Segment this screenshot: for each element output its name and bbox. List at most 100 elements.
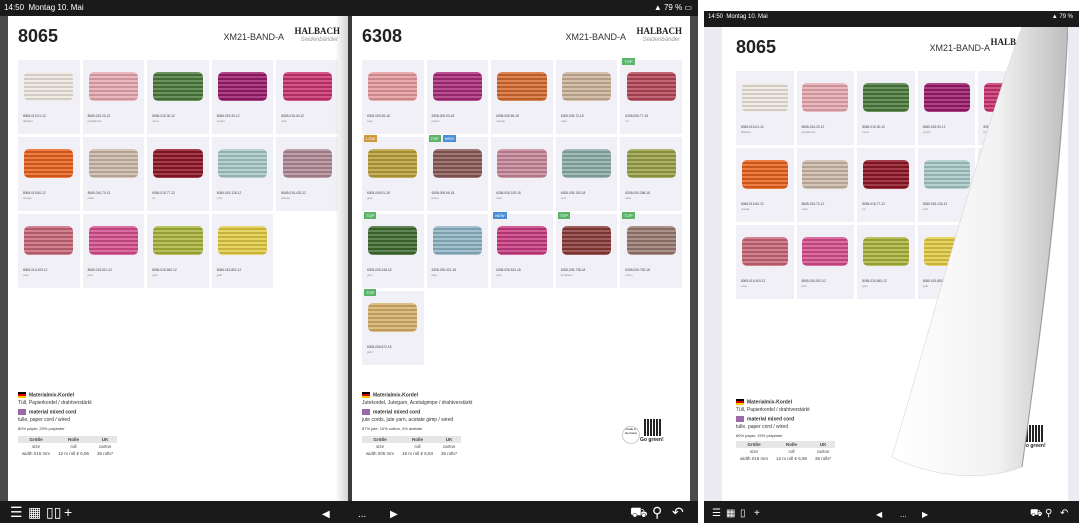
page-header: 6308 XM21-BAND-A HALBACH Seidenbänder <box>362 22 682 52</box>
color-caption: orange <box>741 207 750 211</box>
composition: 80% paper, 20% polyester <box>18 426 65 431</box>
color-caption: grün <box>862 284 868 288</box>
product-tile[interactable]: 6308-005-248-18 grün TOP <box>362 212 424 288</box>
product-tile[interactable]: 8065-015-409-12 rosa <box>736 225 794 299</box>
catalog-reference: XM21-BAND-A <box>223 32 284 42</box>
cart-icon[interactable]: ⛟ <box>630 504 648 520</box>
color-caption: gold <box>367 350 373 354</box>
product-tile[interactable]: 6308-005-288-18 olive <box>620 137 682 211</box>
product-tile[interactable]: 6308-005-738-18 bordeaux TOP <box>555 212 618 288</box>
product-tile[interactable]: 8065-015-30-12 moos <box>147 60 209 134</box>
product-tile[interactable]: 6308-005-872-18 gold TOP <box>362 289 424 365</box>
product-tile[interactable]: 8065-015-70-12 natur <box>82 137 145 211</box>
page-curl[interactable] <box>872 27 1068 497</box>
previous-page-button[interactable]: ◀ <box>876 507 882 523</box>
product-tile[interactable]: 8065-015-01-12 altweiss <box>736 71 794 145</box>
cart-icon[interactable]: ⛟ <box>1030 506 1043 522</box>
page-viewer[interactable]: 8065 XM21-BAND-A HALBACH 8065-015-01-12 a… <box>704 27 1079 501</box>
material-en-sub: tulle, paper cord / wired <box>736 424 788 430</box>
product-tile[interactable]: 6308-005-77-18 rot TOP <box>620 58 682 134</box>
page-indicator[interactable]: ... <box>358 507 366 523</box>
product-tile[interactable]: 8065-015-60-12 orange <box>736 148 794 222</box>
back-arrow-icon[interactable]: ↶ <box>1060 506 1068 522</box>
color-caption: pink <box>281 119 287 123</box>
product-tile[interactable]: 6308-005-28-18 rosa <box>362 60 424 134</box>
next-page-button[interactable]: ▶ <box>390 507 398 523</box>
product-tile[interactable]: 8065-015-70-12 natur <box>796 148 855 222</box>
article-number: 6308-005-77-18 <box>625 114 649 118</box>
product-tile[interactable]: 8065-015-433-12altrosa <box>276 137 338 211</box>
top-badge: TOP <box>622 212 635 219</box>
color-caption: purpur <box>431 119 440 123</box>
ribbon-texture <box>88 71 139 102</box>
product-tile[interactable]: 8065-015-60-12 orange <box>18 137 80 211</box>
product-tile[interactable]: 6308-005-91-18 gold LOW <box>362 135 424 211</box>
ribbon-texture <box>741 159 788 190</box>
product-tile[interactable]: 8065-015-563-12 grün <box>147 214 209 288</box>
ribbon-texture <box>153 148 203 179</box>
spec-table: Größe Rolle UK size roll carton width 005 mm… <box>362 436 462 457</box>
qr-code[interactable] <box>644 419 661 436</box>
top-badge: TOP <box>622 58 635 65</box>
add-icon[interactable]: + <box>64 504 72 520</box>
catalog-viewer-page-turn: 14:50 Montag 10. Mai ▲ 79 % 8065 XM21-BA… <box>704 11 1079 523</box>
product-tile[interactable]: 8065-015-510-12 pink <box>82 214 145 288</box>
page-viewer[interactable]: 8065 XM21-BAND-A HALBACH Seidenbänder 80… <box>0 16 698 501</box>
book-view-icon[interactable]: ▯ <box>740 506 746 522</box>
grid-view-icon[interactable]: ▦ <box>726 506 735 522</box>
article-number: 8065-015-01-12 <box>741 125 764 129</box>
product-tile[interactable]: 8065-015-77-12 rot <box>147 137 209 211</box>
ribbon-texture <box>88 148 139 179</box>
product-tile[interactable]: 6308-005-150-18 mint <box>555 137 618 211</box>
product-tile[interactable]: 6308-005-782-18 braun TOP <box>620 212 682 288</box>
product-tile[interactable]: 8065-015-40-12pink <box>276 60 338 134</box>
material-en-sub: tulle, paper cord / wired <box>18 417 70 423</box>
go-green-label: Go green! <box>640 437 664 443</box>
list-view-icon[interactable]: ☰ <box>10 504 23 520</box>
product-tile[interactable]: 8065-015-20-12 pastellrosa <box>796 71 855 145</box>
article-number: 8065-015-20-12 <box>801 125 825 129</box>
search-icon[interactable]: ⚲ <box>1045 506 1052 522</box>
back-arrow-icon[interactable]: ↶ <box>672 504 684 520</box>
product-tile[interactable]: 8065-015-852-12 gelb <box>211 214 274 288</box>
ribbon-texture <box>217 71 268 102</box>
list-view-icon[interactable]: ☰ <box>712 506 721 522</box>
page-title: 8065 <box>736 37 777 57</box>
previous-page-button[interactable]: ◀ <box>322 507 330 523</box>
material-en: material mixed cord <box>736 416 794 422</box>
color-caption: altweiss <box>23 119 33 123</box>
product-grid: 8065-015-01-12 altweiss 8065-015-20-12 past… <box>18 60 338 288</box>
product-tile[interactable]: 8065-015-20-12 pastellrosa <box>82 60 145 134</box>
color-caption: braun <box>431 196 439 200</box>
next-page-button[interactable]: ▶ <box>922 507 928 523</box>
product-tile[interactable]: 8065-015-126-12 mint <box>211 137 274 211</box>
low-badge: LOW <box>364 135 378 142</box>
product-tile[interactable]: 6308-005-90-18 purpur <box>426 60 489 134</box>
product-tile[interactable]: 8065-015-90-12 purpur <box>211 60 274 134</box>
product-tile[interactable]: 8065-015-01-12 altweiss <box>18 60 80 134</box>
product-tile[interactable]: 8065-015-409-12 rosa <box>18 214 80 288</box>
page-indicator[interactable]: ... <box>900 507 907 523</box>
product-tile[interactable]: 6308-005-105-18 rosa <box>491 137 553 211</box>
search-icon[interactable]: ⚲ <box>652 504 662 520</box>
made-in-germany-badge: made in Germany <box>622 426 640 444</box>
book-view-icon[interactable]: ▯▯ <box>46 504 61 520</box>
product-tile[interactable]: 6308-005-96-18 braun TOP NEW <box>426 135 489 211</box>
ribbon-texture <box>368 225 418 256</box>
ribbon-texture <box>368 71 418 102</box>
product-tile[interactable]: 6308-005-69-18 orange <box>491 60 553 134</box>
battery-indicator: ▲ 79 % <box>1051 14 1073 20</box>
product-tile[interactable]: 8065-015-510-12 pink <box>796 225 855 299</box>
page-title: 8065 <box>18 26 59 46</box>
article-number: 8065-015-70-12 <box>801 202 825 206</box>
product-tile[interactable]: 6308-005-72-18 natur <box>555 60 618 134</box>
article-number: 6308-005-150-18 <box>560 191 586 195</box>
top-badge: TOP <box>364 289 377 296</box>
ribbon-texture <box>432 225 483 256</box>
add-icon[interactable]: + <box>754 506 760 522</box>
product-tile[interactable]: 6308-005-421-18 blau <box>426 214 489 288</box>
article-number: 6308-005-28-18 <box>367 114 390 118</box>
product-tile[interactable]: 6308-005-513-18 pink NEW <box>491 212 553 288</box>
ribbon-texture <box>626 148 676 179</box>
grid-view-icon[interactable]: ▦ <box>28 504 41 520</box>
